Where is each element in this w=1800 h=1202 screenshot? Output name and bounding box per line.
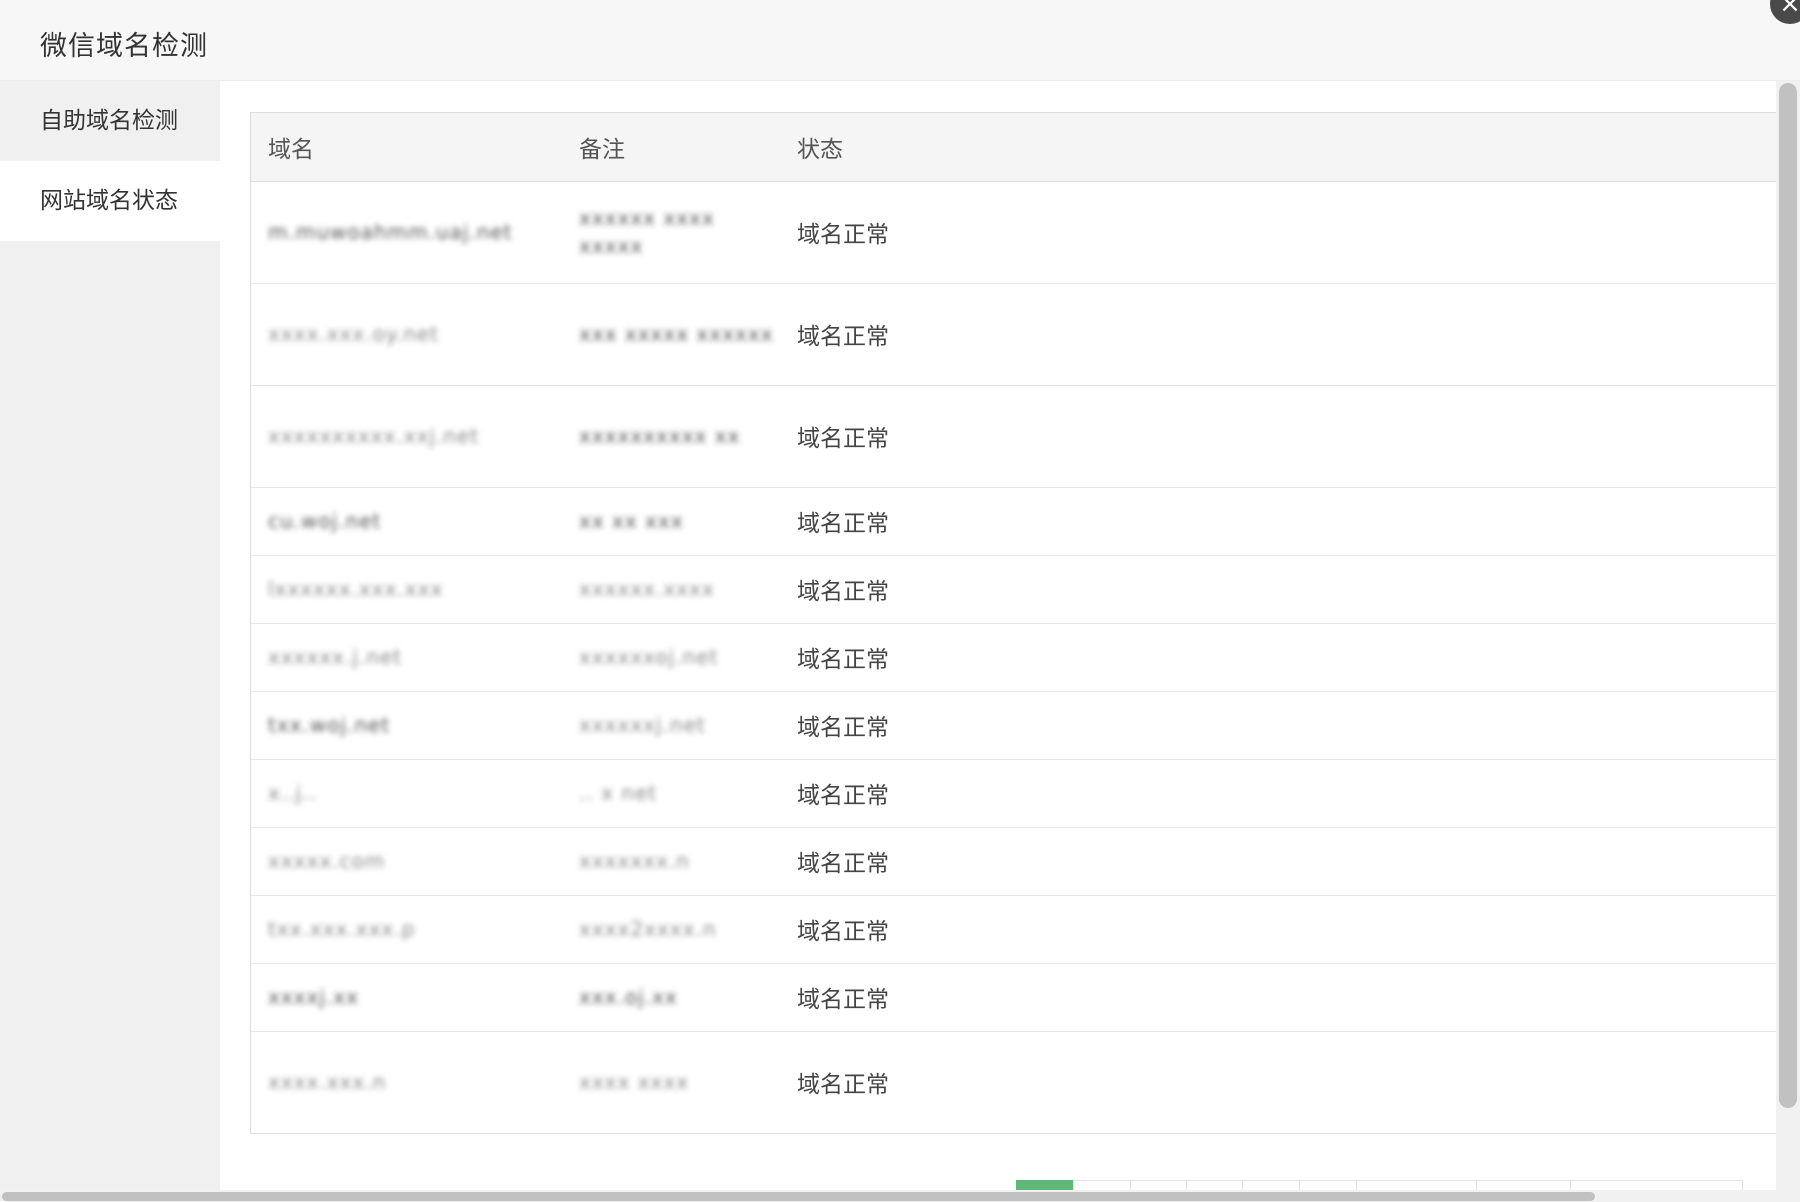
cell-domain: txx.woj.net: [251, 690, 562, 759]
cell-domain: xxxxx.com: [251, 826, 562, 895]
horizontal-scrollbar-thumb[interactable]: [2, 1192, 1595, 1201]
dialog-titlebar: 微信域名检测: [0, 0, 1800, 81]
cell-status: 域名正常: [780, 690, 1800, 759]
cell-note: xxx.oj.xx: [562, 962, 780, 1031]
table-row: m.muwoahmm.uaj.net xxxxxx xxxx xxxxx 域名正…: [251, 180, 1800, 283]
note-text: xxxxxxoj.net: [579, 645, 719, 669]
table-row: xxxxj.xx xxx.oj.xx 域名正常: [251, 962, 1800, 1031]
table-row: xxxxx.com xxxxxxx.n 域名正常: [251, 826, 1800, 895]
cell-domain: cu.woj.net: [251, 486, 562, 555]
cell-note: xxxx xxxx: [562, 1030, 780, 1133]
cell-domain: m.muwoahmm.uaj.net: [251, 180, 562, 283]
cell-status: 域名正常: [780, 622, 1800, 691]
note-text: xxxx2xxxx.n: [579, 917, 717, 941]
note-text: xxxxxx.xxxx: [579, 577, 715, 601]
table-row: x..j.. .. x net 域名正常: [251, 758, 1800, 827]
table-row: txx.xxx.xxx.p xxxx2xxxx.n 域名正常: [251, 894, 1800, 963]
sidebar-item-self-check[interactable]: 自助域名检测: [0, 81, 220, 161]
cell-domain: x..j..: [251, 758, 562, 827]
domain-text: xxxxx.com: [268, 849, 386, 873]
domain-check-dialog: 微信域名检测 × 自助域名检测 网站域名状态 域名 备注 状态 m.muwoah…: [0, 0, 1800, 1202]
table-row: txx.woj.net xxxxxxj.net 域名正常: [251, 690, 1800, 759]
domain-text: xxxxj.xx: [268, 985, 359, 1009]
note-text: xxxx xxxx: [579, 1070, 690, 1095]
cell-domain: xxxxxx.j.net: [251, 622, 562, 691]
vertical-scrollbar[interactable]: [1776, 81, 1800, 1202]
note-text: xxxxxxxxxx xx: [579, 424, 741, 448]
column-header-status: 状态: [780, 113, 1800, 182]
domain-text: xxxx.xxx.n: [268, 1070, 387, 1095]
table-header-row: 域名 备注 状态: [251, 113, 1800, 182]
cell-status: 域名正常: [780, 282, 1800, 385]
dialog-title: 微信域名检测: [40, 31, 208, 62]
domain-text: txx.woj.net: [268, 713, 391, 737]
domain-text: lxxxxxx.xxx.xxx: [268, 577, 444, 601]
cell-status: 域名正常: [780, 554, 1800, 623]
sidebar: 自助域名检测 网站域名状态: [0, 81, 220, 1202]
horizontal-scrollbar[interactable]: [0, 1190, 1776, 1202]
domain-text: xxxx.xxx.oy.net: [268, 322, 439, 346]
cell-domain: xxxx.xxx.oy.net: [251, 282, 562, 385]
cell-note: .. x net: [562, 758, 780, 827]
cell-status: 域名正常: [780, 384, 1800, 487]
main-content: 域名 备注 状态 m.muwoahmm.uaj.net xxxxxx xxxx …: [220, 81, 1800, 1202]
column-header-domain: 域名: [251, 113, 562, 182]
domain-text: xxxxxx.j.net: [268, 645, 403, 669]
cell-note: xxxxxx.xxxx: [562, 554, 780, 623]
table-row: xxxxxx.j.net xxxxxxoj.net 域名正常: [251, 622, 1800, 691]
cell-status: 域名正常: [780, 962, 1800, 1031]
table-row: lxxxxxx.xxx.xxx xxxxxx.xxxx 域名正常: [251, 554, 1800, 623]
cell-note: xxxx2xxxx.n: [562, 894, 780, 963]
note-text: xx xx xxx: [579, 509, 684, 533]
table-row: xxxx.xxx.oy.net xxx xxxxx xxxxxx 域名正常: [251, 282, 1800, 385]
cell-domain: txx.xxx.xxx.p: [251, 894, 562, 963]
note-text: xxx xxxxx xxxxxx: [579, 322, 774, 346]
cell-domain: xxxx.xxx.n: [251, 1030, 562, 1133]
domain-text: m.muwoahmm.uaj.net: [268, 220, 513, 244]
domain-text: cu.woj.net: [268, 509, 382, 533]
cell-note: xxxxxxj.net: [562, 690, 780, 759]
cell-status: 域名正常: [780, 758, 1800, 827]
note-text: xxxxxx xxxx xxxxx: [579, 206, 715, 258]
cell-note: xxxxxxoj.net: [562, 622, 780, 691]
domain-table: 域名 备注 状态 m.muwoahmm.uaj.net xxxxxx xxxx …: [250, 112, 1800, 1134]
vertical-scrollbar-thumb[interactable]: [1779, 83, 1797, 1108]
table-row: cu.woj.net xx xx xxx 域名正常: [251, 486, 1800, 555]
table-row: xxxx.xxx.n xxxx xxxx 域名正常: [251, 1030, 1800, 1133]
cell-status: 域名正常: [780, 486, 1800, 555]
note-text: xxxxxxj.net: [579, 713, 706, 737]
domain-text: xxxxxxxxxx.xxj.net: [268, 424, 480, 448]
table-row: xxxxxxxxxx.xxj.net xxxxxxxxxx xx 域名正常: [251, 384, 1800, 487]
note-text: .. x net: [579, 781, 658, 805]
domain-text: txx.xxx.xxx.p: [268, 917, 416, 941]
cell-note: xxx xxxxx xxxxxx: [562, 282, 780, 385]
column-header-note: 备注: [562, 113, 780, 182]
cell-domain: lxxxxxx.xxx.xxx: [251, 554, 562, 623]
cell-note: xxxxxxxxxx xx: [562, 384, 780, 487]
note-text: xxxxxxx.n: [579, 849, 690, 873]
sidebar-item-site-status[interactable]: 网站域名状态: [0, 161, 220, 241]
cell-status: 域名正常: [780, 894, 1800, 963]
note-text: xxx.oj.xx: [579, 985, 678, 1009]
cell-note: xxxxxxx.n: [562, 826, 780, 895]
cell-note: xxxxxx xxxx xxxxx: [562, 180, 780, 283]
cell-domain: xxxxxxxxxx.xxj.net: [251, 384, 562, 487]
cell-status: 域名正常: [780, 180, 1800, 283]
cell-status: 域名正常: [780, 1030, 1800, 1133]
domain-text: x..j..: [268, 781, 317, 805]
cell-status: 域名正常: [780, 826, 1800, 895]
cell-domain: xxxxj.xx: [251, 962, 562, 1031]
cell-note: xx xx xxx: [562, 486, 780, 555]
